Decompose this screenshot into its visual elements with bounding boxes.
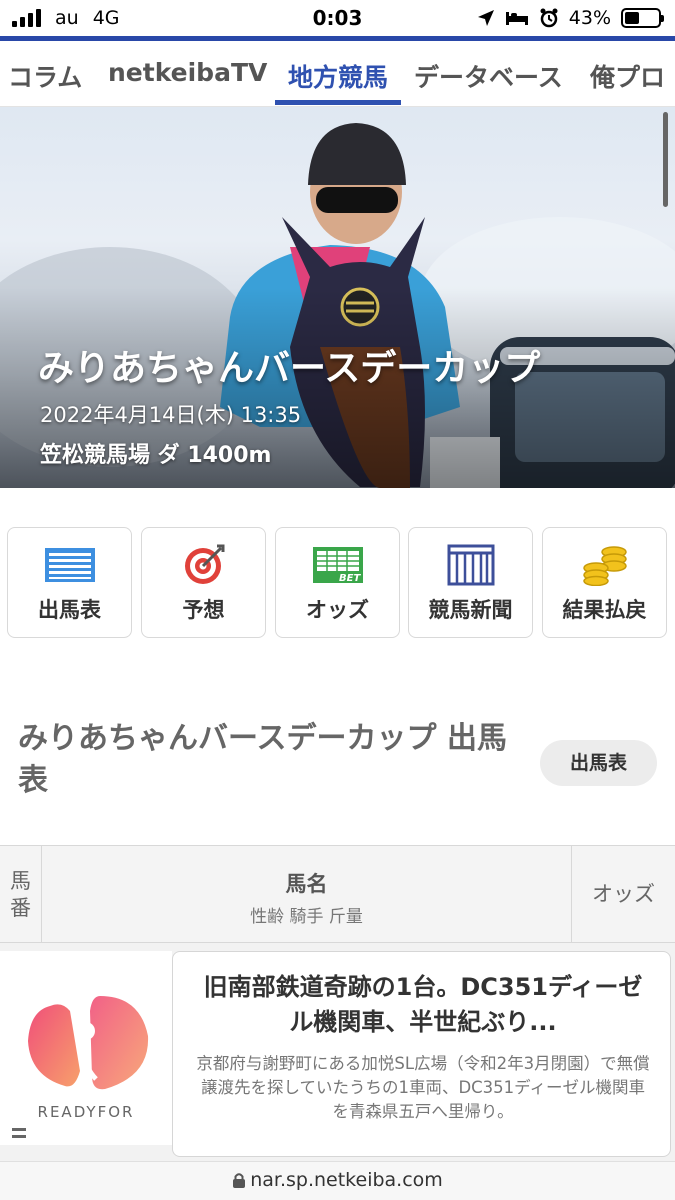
battery-icon (621, 8, 664, 28)
sleep-bed-icon (505, 12, 528, 25)
battery-percent: 43% (568, 7, 611, 29)
active-tab-indicator (275, 100, 401, 105)
newspaper-icon (447, 544, 494, 586)
hero-race-venue: 笠松競馬場 ダ 1400m (40, 443, 272, 468)
race-card-table-header: 馬番 馬名 性齢 騎手 斤量 オッズ (0, 845, 675, 943)
tab-column[interactable]: コラム (8, 58, 82, 94)
menu-newspaper-label: 競馬新聞 (428, 598, 513, 622)
menu-race-card-label: 出馬表 (38, 598, 101, 622)
ad-brand-image[interactable]: READYFOR (0, 951, 172, 1145)
ad-description: 京都府与謝野町にある加悦SL広場（令和2年3月閉園）で無償譲渡先を探していたうち… (196, 1054, 650, 1121)
menu-race-card-button[interactable]: 出馬表 (7, 527, 132, 638)
tab-netkeibatv[interactable]: netkeibaTV (108, 58, 267, 87)
menu-prediction-label: 予想 (182, 598, 225, 622)
ad-brand-name: READYFOR (37, 1103, 135, 1121)
menu-prediction-button[interactable]: 予想 (141, 527, 266, 638)
menu-results-payout-label: 結果払戻 (562, 598, 647, 622)
status-bar: au 4G 0:03 43% (0, 0, 675, 38)
advertisement[interactable]: READYFOR 旧南部鉄道奇跡の1台。DC351ディーゼル機関車、半世紀ぶり.… (0, 943, 675, 1161)
coins-icon (582, 546, 627, 586)
race-card-button[interactable]: 出馬表 (540, 740, 657, 786)
column-horse-name-sub-label: 性齢 騎手 斤量 (250, 907, 363, 927)
url-text: nar.sp.netkeiba.com (250, 1169, 443, 1191)
odds-bet-icon: BET (312, 547, 363, 584)
category-nav: コラム netkeibaTV 地方競馬 データベース 俺プロ (0, 41, 675, 107)
svg-text:BET: BET (339, 573, 361, 584)
readyfor-logo-icon (28, 996, 149, 1090)
tab-database[interactable]: データベース (414, 58, 563, 94)
ad-text-card[interactable]: 旧南部鉄道奇跡の1台。DC351ディーゼル機関車、半世紀ぶり... 京都府与謝野… (172, 951, 671, 1157)
menu-results-payout-button[interactable]: 結果払戻 (542, 527, 667, 638)
tab-local-racing[interactable]: 地方競馬 (288, 58, 388, 94)
menu-odds-label: オッズ (306, 598, 369, 622)
ad-headline: 旧南部鉄道奇跡の1台。DC351ディーゼル機関車、半世紀ぶり... (203, 973, 643, 1036)
location-arrow-icon (477, 10, 494, 26)
tab-ore-pro[interactable]: 俺プロ (590, 58, 665, 94)
column-horse-number-label: 馬番 (10, 869, 31, 920)
alarm-clock-icon (540, 8, 558, 28)
page-scrollbar[interactable] (663, 112, 668, 207)
race-hero-banner[interactable]: みりあちゃんバースデーカップ 2022年4月14日(木) 13:35 笠松競馬場… (0, 107, 675, 488)
race-card-icon (44, 548, 95, 582)
menu-odds-button[interactable]: BET オッズ (275, 527, 400, 638)
column-odds[interactable]: オッズ (572, 846, 675, 942)
lock-icon (233, 1173, 246, 1188)
race-card-section-title: みりあちゃんバースデーカップ 出馬表 (18, 721, 507, 798)
hero-race-name: みりあちゃんバースデーカップ (38, 348, 541, 389)
target-icon (184, 544, 224, 584)
menu-newspaper-button[interactable]: 競馬新聞 (408, 527, 533, 638)
column-horse-name[interactable]: 馬名 性齢 騎手 斤量 (42, 846, 572, 942)
column-horse-number[interactable]: 馬番 (0, 846, 42, 942)
ad-options-icon[interactable] (12, 1128, 26, 1138)
browser-url-bar[interactable]: nar.sp.netkeiba.com (0, 1161, 675, 1200)
race-quick-menu: 出馬表 予想 BET オッズ 競馬新聞 結果払戻 (7, 527, 668, 639)
column-horse-name-label: 馬名 (285, 872, 328, 896)
hero-race-datetime: 2022年4月14日(木) 13:35 (40, 403, 302, 427)
